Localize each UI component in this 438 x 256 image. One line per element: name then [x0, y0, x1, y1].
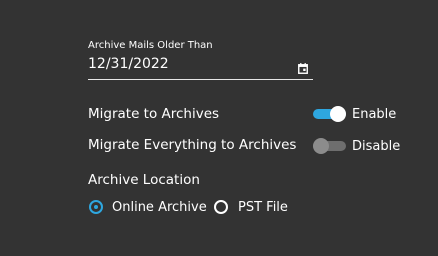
migrate-to-archives-toggle[interactable] — [313, 106, 346, 122]
online-archive-radio[interactable] — [89, 200, 103, 214]
pst-file-radio[interactable] — [214, 200, 228, 214]
toggle-knob — [330, 106, 346, 122]
migrate-to-archives-label: Migrate to Archives — [88, 106, 220, 122]
migrate-everything-state: Disable — [352, 139, 401, 154]
archive-date-input[interactable]: 12/31/2022 — [88, 53, 313, 80]
archive-date-label: Archive Mails Older Than — [88, 40, 213, 51]
toggle-knob — [313, 138, 329, 154]
calendar-icon[interactable] — [298, 59, 308, 74]
migrate-to-archives-state: Enable — [352, 107, 397, 122]
archive-date-value: 12/31/2022 — [88, 56, 169, 72]
pst-file-label[interactable]: PST File — [238, 200, 288, 215]
online-archive-label[interactable]: Online Archive — [112, 200, 207, 215]
migrate-everything-toggle[interactable] — [313, 138, 346, 154]
migrate-everything-label: Migrate Everything to Archives — [88, 137, 297, 153]
archive-location-title: Archive Location — [88, 172, 200, 188]
